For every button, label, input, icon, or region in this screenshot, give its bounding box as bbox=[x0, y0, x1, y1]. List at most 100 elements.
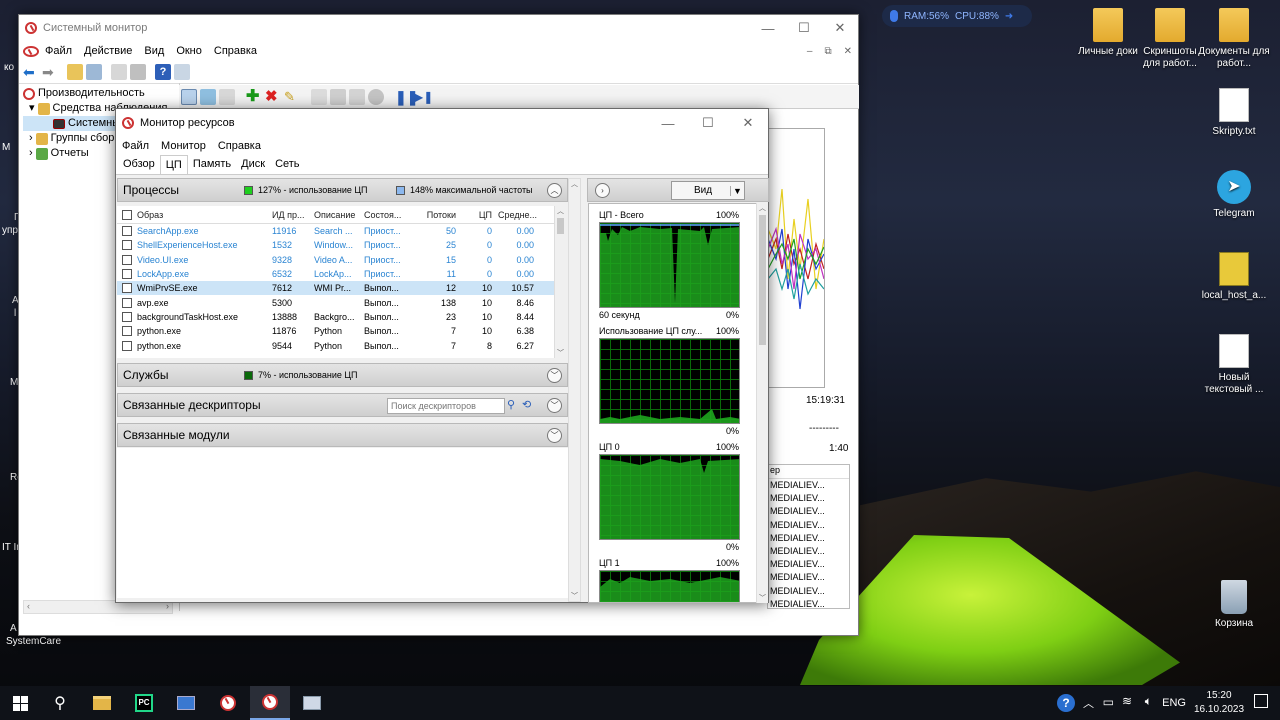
menu-monitor[interactable]: Монитор bbox=[155, 140, 212, 152]
scroll-down-icon[interactable]: ﹀ bbox=[757, 593, 768, 603]
language-indicator[interactable]: ENG bbox=[1162, 697, 1186, 709]
col-status[interactable]: Состоя... bbox=[362, 210, 408, 220]
view-graph-icon[interactable] bbox=[181, 88, 197, 105]
menu-action[interactable]: Действие bbox=[78, 45, 138, 57]
collapse-chevron-icon[interactable]: ︿ bbox=[547, 183, 562, 198]
counter-list[interactable]: ер MEDIALIEV... MEDIALIEV... MEDIALIEV..… bbox=[767, 464, 850, 609]
child-restore-icon[interactable]: ⧉ bbox=[818, 46, 837, 57]
tab-disk[interactable]: Диск bbox=[236, 155, 270, 174]
process-checkbox[interactable] bbox=[122, 297, 132, 308]
show-tree-icon[interactable] bbox=[86, 64, 102, 80]
process-row[interactable]: python.exe 9544 Python Выпол... 7 8 6.27 bbox=[117, 338, 555, 352]
counter-row[interactable]: MEDIALIEV... bbox=[770, 505, 849, 518]
scroll-left-icon[interactable]: ‹ bbox=[27, 601, 30, 613]
scroll-thumb[interactable] bbox=[557, 218, 564, 234]
taskbar-rdp[interactable] bbox=[166, 686, 206, 720]
process-row[interactable]: backgroundTaskHost.exe 13888 Backgro... Вып… bbox=[117, 310, 555, 324]
counter-row[interactable]: MEDIALIEV... bbox=[770, 545, 849, 558]
print-icon[interactable] bbox=[130, 64, 146, 80]
services-header[interactable]: Службы 7% - использование ЦП ﹀ bbox=[117, 363, 568, 387]
col-average[interactable]: Средне... bbox=[496, 210, 538, 220]
delete-counter-icon[interactable]: ✖ bbox=[265, 88, 281, 105]
col-description[interactable]: Описание bbox=[312, 210, 362, 220]
select-all-checkbox[interactable] bbox=[122, 209, 132, 220]
counter-row[interactable]: MEDIALIEV... bbox=[770, 558, 849, 571]
processes-header[interactable]: Процессы 127% - использование ЦП 148% ма… bbox=[117, 178, 568, 202]
up-folder-icon[interactable] bbox=[67, 64, 83, 80]
process-checkbox[interactable] bbox=[122, 340, 132, 351]
taskbar-explorer[interactable] bbox=[82, 686, 122, 720]
taskbar-resmon[interactable] bbox=[250, 686, 290, 720]
scroll-down-icon[interactable]: ﹀ bbox=[569, 591, 580, 601]
process-row[interactable]: WmiPrvSE.exe 7612 WMI Pr... Выпол... 12 10 10.… bbox=[117, 281, 555, 296]
expand-chevron-icon[interactable]: ﹀ bbox=[547, 398, 562, 413]
view-button[interactable]: Вид ▼ bbox=[671, 181, 745, 200]
process-row[interactable]: SearchApp.exe 11916 Search ... Приост... 50 0… bbox=[117, 224, 555, 238]
process-checkbox[interactable] bbox=[122, 283, 132, 294]
col-pid[interactable]: ИД пр... bbox=[270, 210, 312, 220]
graph-pane-scrollbar[interactable]: ︿ ﹀ bbox=[756, 203, 768, 603]
freeze-display-icon[interactable]: ❚❚ bbox=[395, 89, 418, 105]
scroll-thumb[interactable] bbox=[759, 215, 766, 345]
battery-icon[interactable]: ▭ bbox=[1103, 695, 1114, 709]
process-row[interactable]: python.exe 11876 Python Выпол... 7 10 6.38 bbox=[117, 324, 555, 338]
help-icon[interactable]: ? bbox=[1057, 694, 1075, 712]
tab-cpu[interactable]: ЦП bbox=[159, 155, 188, 174]
tray-chevron-icon[interactable]: ︿ bbox=[1083, 695, 1094, 711]
handles-header[interactable]: Связанные дескрипторы ⚲ ⟲ ﹀ bbox=[117, 393, 568, 417]
forward-arrow-icon[interactable]: ➡ bbox=[42, 64, 58, 80]
refresh-icon[interactable]: ⟲ bbox=[522, 398, 531, 411]
change-graph-icon[interactable] bbox=[200, 88, 216, 105]
clock[interactable]: 15:20 16.10.2023 bbox=[1194, 689, 1244, 717]
view-icon[interactable] bbox=[174, 64, 190, 80]
counter-row[interactable]: MEDIALIEV... bbox=[770, 479, 849, 492]
child-close-icon[interactable]: ✕ bbox=[838, 46, 858, 57]
expand-graph-pane-icon[interactable]: › bbox=[595, 183, 610, 198]
modules-header[interactable]: Связанные модули ﹀ bbox=[117, 423, 568, 447]
taskbar-pycharm[interactable]: PC bbox=[124, 686, 164, 720]
start-button[interactable] bbox=[0, 686, 40, 720]
search-icon[interactable]: ⚲ bbox=[507, 398, 515, 411]
process-checkbox[interactable] bbox=[122, 254, 132, 265]
desktop-icon-recycle-bin[interactable]: Корзина bbox=[1198, 580, 1270, 630]
taskbar-perfmon[interactable] bbox=[208, 686, 248, 720]
properties-icon[interactable] bbox=[349, 88, 365, 105]
notification-icon[interactable] bbox=[1254, 694, 1268, 708]
properties-icon[interactable] bbox=[111, 64, 127, 80]
process-row[interactable]: LockApp.exe 6532 LockAp... Приост... 11 0 0.00 bbox=[117, 267, 555, 281]
process-row[interactable]: ShellExperienceHost.exe 1532 Window... Прио… bbox=[117, 238, 555, 252]
child-minimize-icon[interactable]: – bbox=[801, 46, 819, 57]
close-button[interactable]: ✕ bbox=[822, 15, 858, 41]
process-checkbox[interactable] bbox=[122, 240, 132, 251]
desktop-icon-telegram[interactable]: ➤ Telegram bbox=[1198, 170, 1270, 220]
close-button[interactable]: ✕ bbox=[728, 110, 768, 136]
col-cpu[interactable]: ЦП bbox=[460, 210, 496, 220]
maximize-button[interactable]: ☐ bbox=[688, 110, 728, 136]
left-pane-scrollbar[interactable]: ︿ ﹀ bbox=[568, 178, 581, 602]
counter-row[interactable]: MEDIALIEV... bbox=[770, 585, 849, 598]
menu-file[interactable]: Файл bbox=[39, 45, 78, 57]
add-counter-icon[interactable]: ✚ bbox=[246, 88, 262, 105]
counter-row[interactable]: MEDIALIEV... bbox=[770, 532, 849, 545]
paste-counter-icon[interactable] bbox=[330, 88, 346, 105]
update-data-icon[interactable]: ▶❚ bbox=[414, 89, 433, 105]
dropdown-arrow-icon[interactable]: ▼ bbox=[730, 185, 744, 196]
highlight-icon[interactable]: ✎ bbox=[284, 89, 300, 105]
process-row[interactable]: Video.UI.exe 9328 Video A... Приост... 15 0 0.… bbox=[117, 253, 555, 267]
process-checkbox[interactable] bbox=[122, 269, 132, 280]
menu-help[interactable]: Справка bbox=[208, 45, 263, 57]
process-checkbox[interactable] bbox=[122, 326, 132, 337]
speaker-icon[interactable]: 🔈︎ bbox=[1145, 694, 1152, 709]
counter-row[interactable]: MEDIALIEV... bbox=[770, 571, 849, 584]
counter-row[interactable]: MEDIALIEV... bbox=[770, 598, 849, 608]
wifi-icon[interactable]: ≋ bbox=[1122, 694, 1132, 708]
scroll-up-icon[interactable]: ︿ bbox=[569, 179, 580, 189]
search-button[interactable]: ⚲ bbox=[40, 686, 80, 720]
tree-item-performance[interactable]: Производительность bbox=[23, 86, 173, 101]
desktop-icon-local-host[interactable]: local_host_a... bbox=[1198, 252, 1270, 302]
resource-monitor-window[interactable]: Монитор ресурсов — ☐ ✕ Файл Монитор Спра… bbox=[115, 108, 769, 603]
desktop-icon-screenshots[interactable]: Скриншоты для работ... bbox=[1134, 8, 1206, 70]
process-checkbox[interactable] bbox=[122, 226, 132, 237]
graph-type-icon[interactable] bbox=[219, 88, 235, 105]
desktop-icon-new-text[interactable]: Новый текстовый ... bbox=[1198, 334, 1270, 396]
